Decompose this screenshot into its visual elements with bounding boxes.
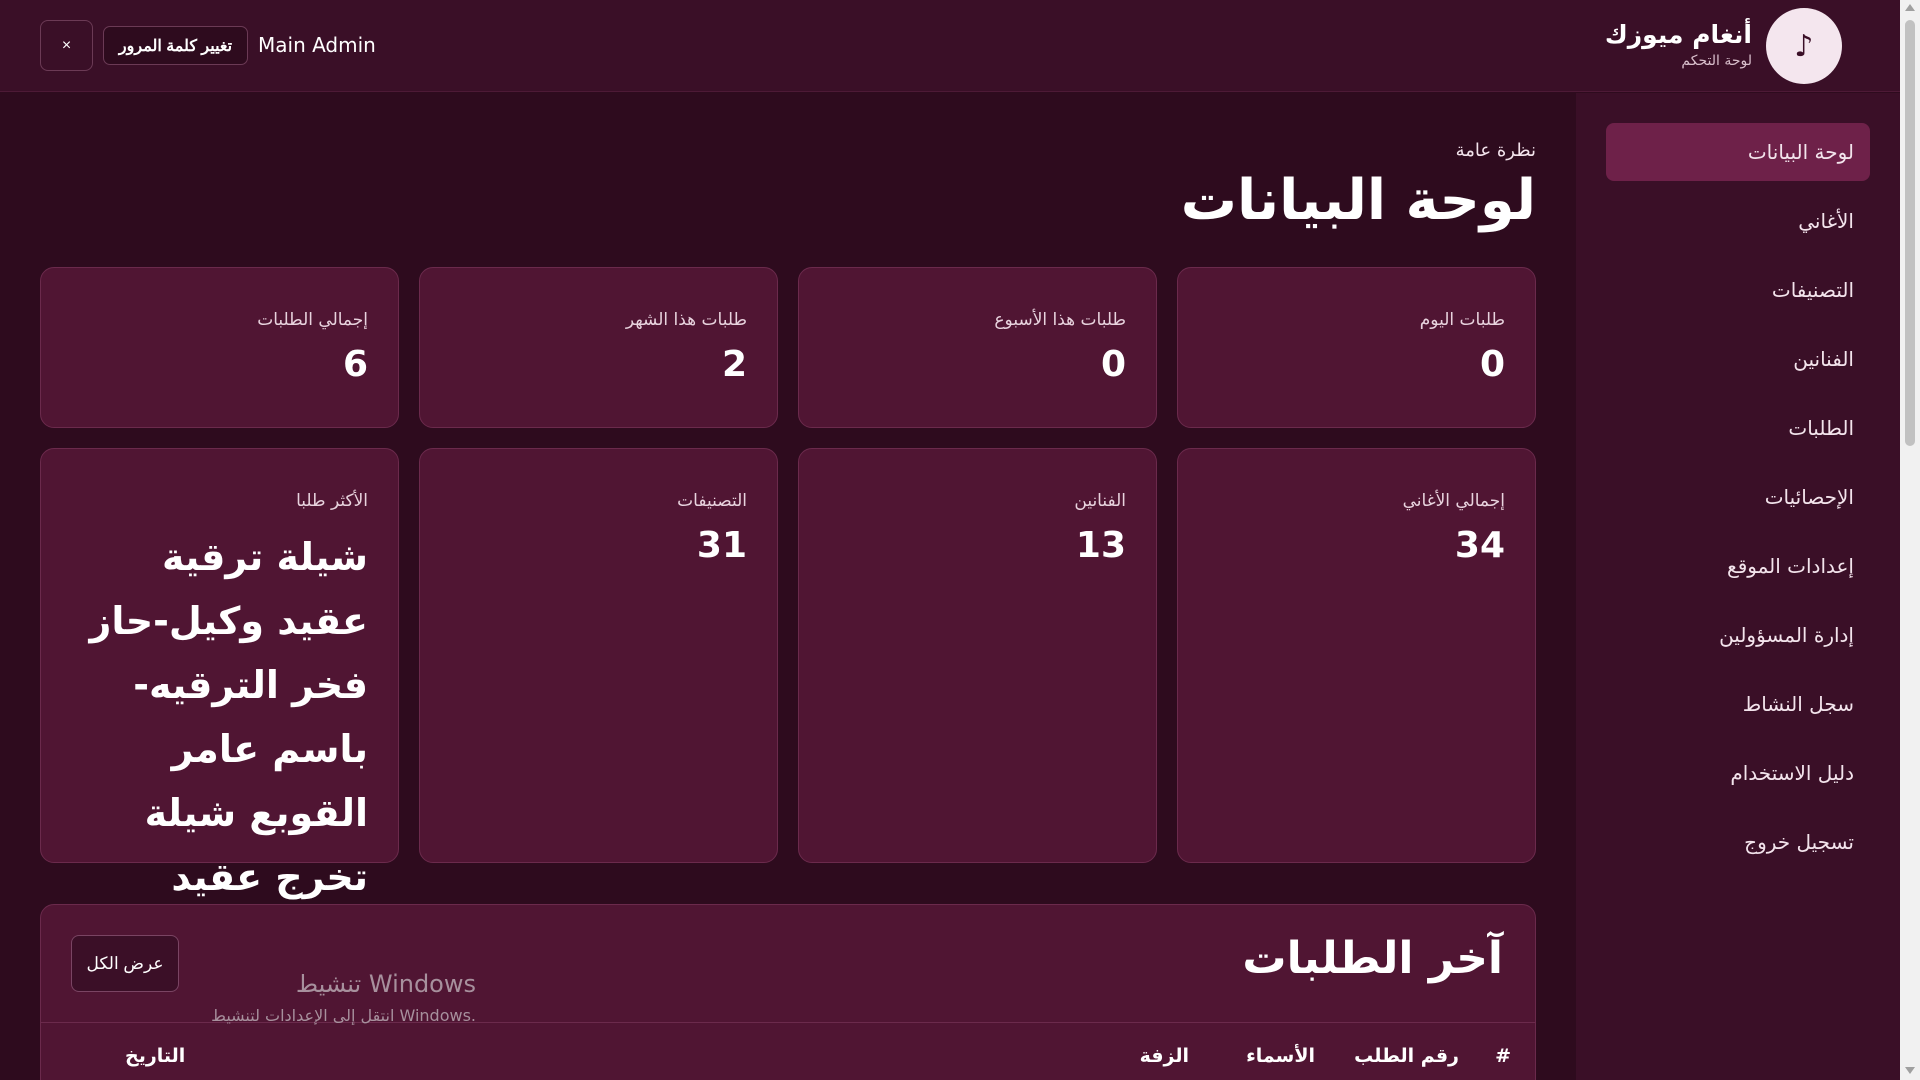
top-header: ♪ أنغام ميوزك لوحة التحكم × تغيير كلمة ا…	[0, 0, 1900, 92]
scrollbar-thumb[interactable]	[1905, 20, 1915, 446]
stat-value: 6	[342, 344, 368, 385]
brand-name: أنغام ميوزك	[1604, 20, 1752, 49]
sidebar-item-activity-log[interactable]: سجل النشاط	[1606, 675, 1870, 733]
stat-value: 2	[721, 344, 747, 385]
stat-card-total-orders: إجمالي الطلبات 6	[40, 267, 399, 428]
sidebar-item-songs[interactable]: الأغاني	[1606, 192, 1870, 250]
app-root: ♪ أنغام ميوزك لوحة التحكم × تغيير كلمة ا…	[0, 0, 1920, 1080]
stat-label: طلبات هذا الشهر	[625, 310, 747, 330]
stat-value: 34	[1454, 525, 1505, 566]
stat-value: 31	[696, 525, 747, 566]
sidebar-item-orders[interactable]: الطلبات	[1606, 399, 1870, 457]
stat-value: 0	[1479, 344, 1505, 385]
stat-label: التصنيفات	[677, 491, 747, 511]
stat-label: الفنانين	[1074, 491, 1126, 511]
stat-value: 13	[1075, 525, 1126, 566]
scroll-up-arrow-icon[interactable]	[1905, 4, 1915, 11]
column-header-names[interactable]: الأسماء	[1246, 1045, 1315, 1067]
most-requested-song: شيلة ترقية عقيد وكيل-حاز فخر الترقيه-باس…	[89, 535, 368, 899]
brand-subtitle: لوحة التحكم	[1681, 53, 1752, 69]
sidebar-item-admins[interactable]: إدارة المسؤولين	[1606, 606, 1870, 664]
sidebar: لوحة البيانات الأغاني التصنيفات الفنانين…	[1576, 93, 1900, 1080]
watermark-subtitle: انتقل إلى الإعدادات لتنشيط Windows.	[211, 1006, 476, 1025]
stat-card-week-orders: طلبات هذا الأسبوع 0	[798, 267, 1157, 428]
sidebar-item-logout[interactable]: تسجيل خروج	[1606, 813, 1870, 871]
column-header-zaffa[interactable]: الزفة	[1140, 1045, 1189, 1067]
column-header-order-number[interactable]: رقم الطلب	[1354, 1045, 1459, 1067]
sidebar-item-artists[interactable]: الفنانين	[1606, 330, 1870, 388]
close-button[interactable]: ×	[40, 20, 93, 71]
sidebar-item-user-guide[interactable]: دليل الاستخدام	[1606, 744, 1870, 802]
stat-value: 0	[1100, 344, 1126, 385]
stat-label: إجمالي الطلبات	[257, 310, 368, 330]
sidebar-item-statistics[interactable]: الإحصائيات	[1606, 468, 1870, 526]
page-scrollbar[interactable]	[1900, 0, 1920, 1080]
stat-card-today-orders: طلبات اليوم 0	[1177, 267, 1536, 428]
change-password-button[interactable]: تغيير كلمة المرور	[103, 26, 248, 65]
user-name: Main Admin	[258, 33, 376, 57]
stat-card-artists: الفنانين 13	[798, 448, 1157, 863]
sidebar-item-site-settings[interactable]: إعدادات الموقع	[1606, 537, 1870, 595]
stat-card-categories: التصنيفات 31	[419, 448, 778, 863]
music-note-icon: ♪	[1766, 8, 1842, 84]
column-header-date[interactable]: التاريخ	[125, 1045, 185, 1067]
brand[interactable]: ♪ أنغام ميوزك لوحة التحكم	[1542, 8, 1842, 84]
stat-card-month-orders: طلبات هذا الشهر 2	[419, 267, 778, 428]
stat-label: الأكثر طلبا	[296, 491, 368, 511]
column-header-index[interactable]: #	[1495, 1045, 1511, 1067]
stat-card-total-songs: إجمالي الأغاني 34	[1177, 448, 1536, 863]
stat-card-most-requested: الأكثر طلبا شيلة ترقية عقيد وكيل-حاز فخر…	[40, 448, 399, 899]
page-eyebrow: نظرة عامة	[1455, 140, 1536, 161]
sidebar-item-dashboard[interactable]: لوحة البيانات	[1606, 123, 1870, 181]
sidebar-item-categories[interactable]: التصنيفات	[1606, 261, 1870, 319]
stat-label: طلبات هذا الأسبوع	[994, 310, 1126, 330]
stat-label: طلبات اليوم	[1419, 310, 1505, 330]
page-title: لوحة البيانات	[1180, 168, 1536, 233]
watermark-title: تنشيط Windows	[295, 970, 476, 998]
scroll-down-arrow-icon[interactable]	[1905, 1067, 1915, 1074]
recent-orders-title: آخر الطلبات	[1242, 933, 1503, 984]
stat-label: إجمالي الأغاني	[1402, 491, 1505, 511]
